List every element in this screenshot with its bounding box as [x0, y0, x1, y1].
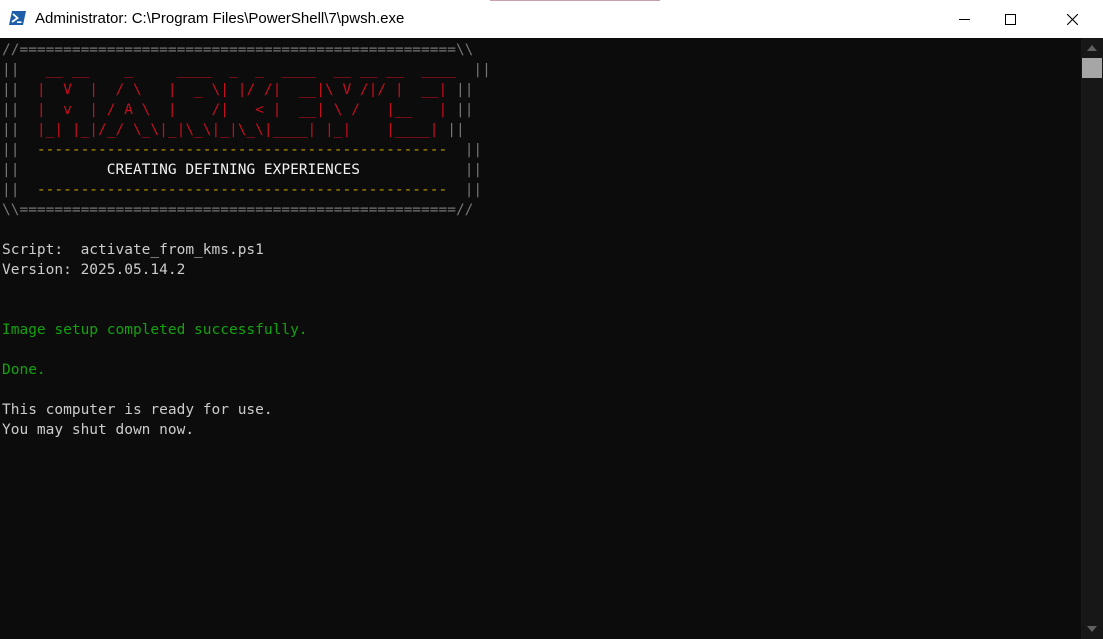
vertical-scrollbar[interactable]	[1081, 38, 1103, 639]
banner-tagline-segment: CREATING DEFINING EXPERIENCES	[19, 162, 465, 178]
banner-border-bottom-segment: \\======================================…	[2, 202, 474, 218]
banner-tagline-segment: ||	[2, 162, 20, 178]
close-icon	[1067, 14, 1078, 25]
ready-line: This computer is ready for use.	[2, 400, 491, 420]
terminal-window: Administrator: C:\Program Files\PowerShe…	[0, 0, 1103, 639]
scroll-thumb[interactable]	[1082, 58, 1102, 78]
banner-dash-line-1-segment: ||	[464, 142, 483, 158]
banner-logo-line-4-segment: ||	[447, 122, 465, 138]
success-line: Image setup completed successfully.	[2, 320, 491, 340]
powershell-icon[interactable]	[9, 10, 26, 26]
banner-logo-line-4-segment: ||	[2, 122, 20, 138]
banner-logo-line-2-segment: | V | / \ | _ \| |/ /| __|\ V /|/ | __|	[19, 82, 456, 98]
banner-dash-line-1-segment: ----------------------------------------…	[19, 142, 465, 158]
banner-logo-line-3-segment: ||	[2, 102, 20, 118]
banner-logo-line-3: || | v | / A \ | /| < | __| \ / |__ | ||	[2, 100, 491, 120]
maximize-button[interactable]	[987, 0, 1033, 38]
close-button[interactable]	[1049, 0, 1095, 38]
version-line: Version: 2025.05.14.2	[2, 260, 491, 280]
done-line: Done.	[2, 360, 491, 380]
shutdown-line-segment: You may shut down now.	[2, 422, 195, 438]
script-line-segment: Script: activate_from_kms.ps1	[2, 242, 264, 258]
banner-tagline-segment: ||	[464, 162, 483, 178]
banner-logo-line-2: || | V | / \ | _ \| |/ /| __|\ V /|/ | _…	[2, 80, 491, 100]
banner-border-bottom: \\======================================…	[2, 200, 491, 220]
banner-dash-line-2-segment: ----------------------------------------…	[19, 182, 465, 198]
banner-border-top-segment: //======================================…	[2, 42, 474, 58]
banner-border-top: //======================================…	[2, 40, 491, 60]
banner-dash-line-1: || -------------------------------------…	[2, 140, 491, 160]
scroll-down-button[interactable]	[1081, 619, 1103, 639]
banner-dash-line-2-segment: ||	[464, 182, 483, 198]
scroll-up-button[interactable]	[1081, 38, 1103, 58]
script-line: Script: activate_from_kms.ps1	[2, 240, 491, 260]
success-line-segment: Image setup completed successfully.	[2, 322, 308, 338]
banner-tagline: || CREATING DEFINING EXPERIENCES ||	[2, 160, 491, 180]
banner-logo-line-1-segment: ||	[2, 62, 20, 78]
version-line-segment: Version: 2025.05.14.2	[2, 262, 186, 278]
done-line-segment: Done.	[2, 362, 46, 378]
ready-line-segment: This computer is ready for use.	[2, 402, 273, 418]
banner-dash-line-1-segment: ||	[2, 142, 20, 158]
console-output[interactable]: //======================================…	[0, 38, 1081, 639]
minimize-button[interactable]	[941, 0, 987, 38]
console-lines: //======================================…	[2, 40, 491, 440]
banner-logo-line-1: || __ __ _ ____ _ _ ____ __ __ __ ____ |…	[2, 60, 491, 80]
banner-logo-line-1-segment: __ __ _ ____ _ _ ____ __ __ __ ____	[19, 62, 474, 78]
shutdown-line: You may shut down now.	[2, 420, 491, 440]
scroll-down-arrow-icon	[1087, 626, 1097, 632]
banner-logo-line-4: || |_| |_|/_/ \_\|_|\_\|_|\_\|____| |_| …	[2, 120, 491, 140]
maximize-icon	[1005, 14, 1016, 25]
banner-dash-line-2: || -------------------------------------…	[2, 180, 491, 200]
banner-dash-line-2-segment: ||	[2, 182, 20, 198]
window-title: Administrator: C:\Program Files\PowerShe…	[35, 10, 405, 27]
banner-logo-line-1-segment: ||	[473, 62, 491, 78]
banner-logo-line-3-segment: | v | / A \ | /| < | __| \ / |__ |	[19, 102, 456, 118]
banner-logo-line-2-segment: ||	[455, 82, 474, 98]
banner-logo-line-3-segment: ||	[455, 102, 474, 118]
scroll-up-arrow-icon	[1087, 45, 1097, 51]
title-bar-accent	[490, 0, 660, 1]
banner-logo-line-2-segment: ||	[2, 82, 20, 98]
title-bar[interactable]: Administrator: C:\Program Files\PowerShe…	[0, 0, 1103, 38]
banner-logo-line-4-segment: |_| |_|/_/ \_\|_|\_\|_|\_\|____| |_| |__…	[19, 122, 448, 138]
minimize-icon	[959, 19, 970, 20]
